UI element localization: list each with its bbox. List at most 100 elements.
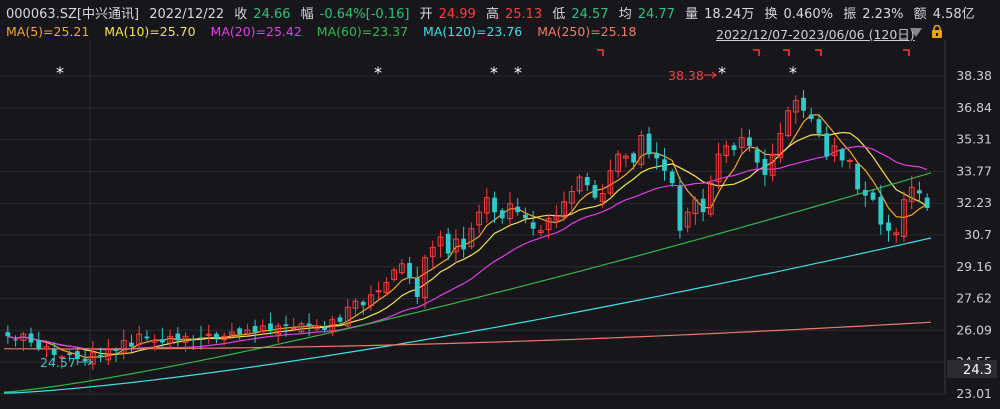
down-candle — [322, 327, 327, 331]
ma10-legend[interactable]: MA(10)=25.70 — [104, 24, 195, 39]
event-star-marker: * — [374, 63, 382, 82]
event-star-marker: * — [789, 63, 797, 82]
down-candle — [646, 133, 652, 155]
last-price-value: 24.3 — [963, 363, 992, 378]
open-label: 开 — [419, 7, 433, 22]
amount-label: 额 — [913, 7, 927, 22]
down-candle — [407, 263, 412, 279]
quote-info-bar: 000063.SZ[中兴通讯] 2022/12/22 收 24.66 幅 -0.64… — [6, 3, 981, 22]
down-candle — [5, 332, 11, 337]
down-candle — [824, 133, 830, 157]
down-candle — [175, 333, 181, 341]
ma120-line — [3, 237, 932, 394]
down-candle — [360, 301, 366, 306]
ma250-line — [3, 321, 932, 350]
down-candle — [747, 137, 752, 146]
down-candle — [762, 158, 768, 175]
max-arrow — [704, 71, 717, 79]
down-candle — [878, 196, 884, 225]
dropdown-triangle-icon[interactable] — [910, 28, 922, 37]
candlestick-chart[interactable]: 38.38 36.84 35.31 33.77 32.23 30.7 29.16 27.62 2… — [0, 0, 1000, 409]
stock-code[interactable]: 000063.SZ[中兴通讯] — [6, 7, 139, 22]
change-value: -0.64%[-0.16] — [319, 7, 410, 22]
ma120-legend[interactable]: MA(120)=23.76 — [423, 24, 522, 39]
down-candle — [159, 339, 165, 343]
amount-value: 4.58亿 — [932, 7, 975, 22]
down-candle — [754, 149, 760, 163]
down-candle — [839, 149, 845, 161]
ma-legend: MA(5)=25.21 MA(10)=25.70 MA(20)=25.42 MA… — [6, 24, 647, 40]
turnover-label: 换 — [764, 7, 778, 22]
down-candle — [592, 185, 598, 198]
down-candle — [252, 326, 258, 333]
down-candle — [414, 278, 420, 297]
low-value: 24.57 — [571, 7, 609, 22]
y-tick-label: 23.01 — [956, 386, 992, 401]
down-candle — [584, 177, 590, 186]
down-candle — [855, 163, 861, 190]
y-tick-label: 30.7 — [964, 227, 992, 242]
down-candle — [801, 97, 806, 111]
down-candle — [82, 358, 88, 362]
ma60-legend[interactable]: MA(60)=23.37 — [317, 24, 408, 39]
down-candle — [530, 222, 536, 229]
down-candle — [886, 222, 891, 231]
y-tick-label: 38.38 — [956, 68, 992, 83]
down-candle — [677, 186, 683, 231]
down-candle — [98, 355, 103, 357]
date-range-link[interactable]: 2022/12/07-2023/06/06 (120日) — [716, 24, 915, 43]
red-corner-marker — [815, 49, 822, 56]
down-candle — [917, 190, 922, 194]
y-tick-label: 36.84 — [956, 100, 992, 115]
down-candle — [237, 328, 243, 335]
down-candle — [492, 197, 497, 213]
ma60-line — [3, 172, 932, 393]
down-candle — [662, 159, 667, 171]
quote-date: 2022/12/22 — [149, 7, 225, 22]
high-label: 高 — [485, 7, 499, 22]
markers: * * * * * * 38.38 24.57 24.3 — [40, 49, 997, 378]
avg-value: 24.77 — [637, 7, 675, 22]
ma5-legend[interactable]: MA(5)=25.21 — [6, 24, 89, 39]
lock-icon[interactable] — [931, 25, 943, 38]
down-candle — [731, 145, 737, 151]
down-candle — [924, 197, 930, 208]
volume-value: 18.24万 — [704, 7, 755, 22]
red-corner-marker — [783, 49, 790, 56]
down-candle — [700, 198, 706, 213]
change-label: 幅 — [300, 7, 314, 22]
event-star-marker: * — [56, 63, 64, 82]
y-tick-label: 29.16 — [956, 259, 992, 274]
down-candle — [144, 336, 150, 339]
event-star-marker: * — [490, 63, 498, 82]
down-candle — [523, 214, 528, 219]
red-corner-marker — [753, 49, 760, 56]
price-axis: 38.38 36.84 35.31 33.77 32.23 30.7 29.16 27.62 2… — [956, 68, 992, 401]
y-tick-label: 27.62 — [956, 291, 992, 306]
min-price-label: 24.57 — [40, 355, 76, 370]
up-candle — [846, 159, 853, 162]
down-candle — [870, 192, 876, 200]
down-candle — [306, 323, 312, 326]
down-candle — [190, 339, 196, 341]
event-star-marker: * — [718, 63, 726, 82]
amplitude-label: 振 — [843, 7, 857, 22]
ma20-line — [7, 145, 928, 351]
ma250-legend[interactable]: MA(250)=25.18 — [537, 24, 636, 39]
y-tick-label: 33.77 — [956, 163, 992, 178]
low-label: 低 — [552, 7, 566, 22]
down-candle — [669, 171, 675, 184]
down-candle — [214, 333, 219, 339]
down-candle — [198, 337, 204, 339]
candles — [5, 89, 930, 371]
down-candle — [499, 210, 505, 219]
down-candle — [816, 119, 822, 134]
ma20-legend[interactable]: MA(20)=25.42 — [211, 24, 302, 39]
open-value: 24.99 — [438, 7, 476, 22]
y-tick-label: 26.09 — [956, 322, 992, 337]
moving-average-lines — [3, 114, 932, 394]
down-candle — [337, 317, 343, 322]
down-candle — [461, 238, 467, 250]
y-tick-label: 35.31 — [956, 132, 992, 147]
turnover-value: 0.460% — [783, 7, 834, 22]
